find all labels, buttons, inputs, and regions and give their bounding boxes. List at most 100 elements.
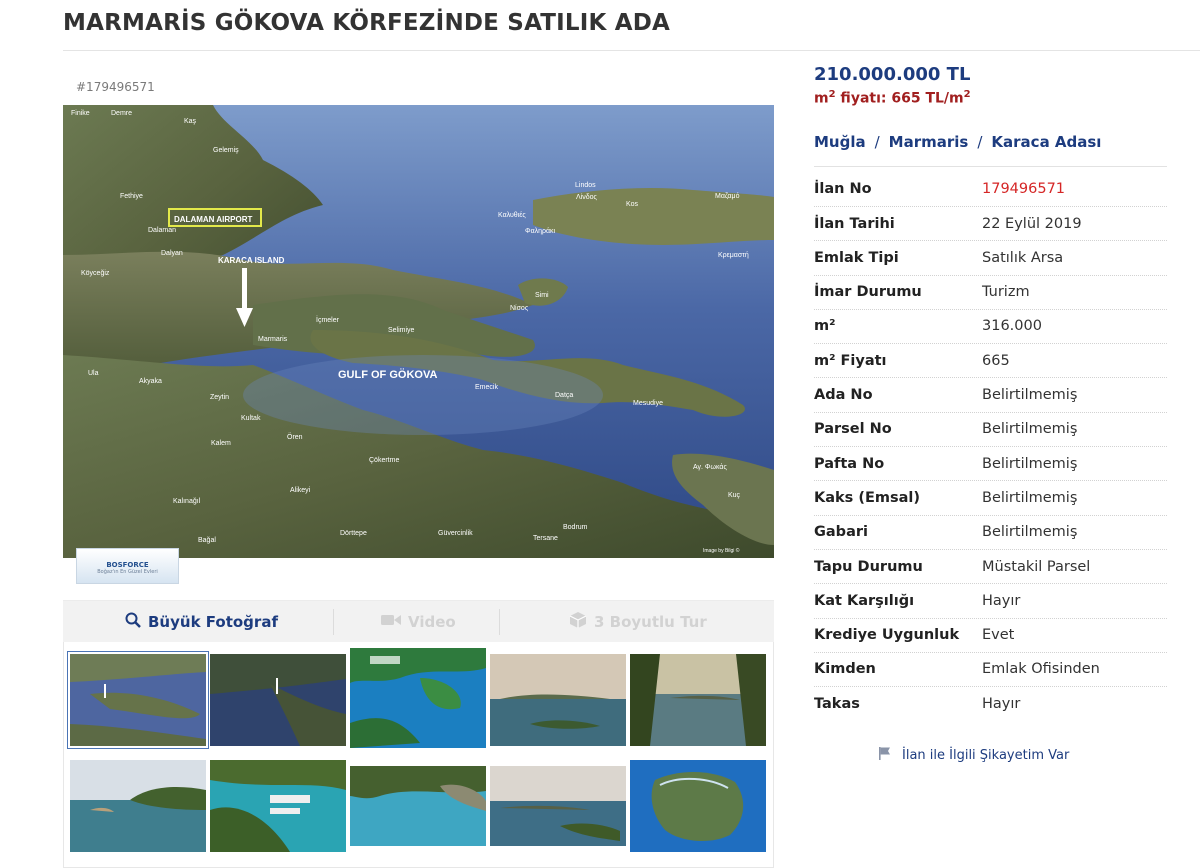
breadcrumb-separator: /: [874, 132, 880, 151]
map-label: Kalem: [211, 440, 231, 447]
map-label: Φαληράκι: [525, 227, 556, 235]
detail-row-kaks: Kaks (Emsal) Belirtilmemiş: [814, 481, 1167, 516]
thumbnail-1[interactable]: [67, 651, 209, 749]
tab-video-label: Video: [408, 613, 456, 631]
thumbnail-7[interactable]: [210, 760, 346, 852]
listing-info: 210.000.000 TL m2 fiyatı: 665 TL/m2 Muğl…: [814, 62, 1167, 763]
map-label: Demre: [111, 110, 132, 117]
detail-row-ilan-tarihi: İlan Tarihi 22 Eylül 2019: [814, 207, 1167, 242]
detail-value: Müstakil Parsel: [982, 558, 1091, 575]
map-label: Καλυθιές: [498, 211, 526, 219]
map-label-island: KARACA ISLAND: [218, 256, 285, 265]
thumbnail-2[interactable]: [210, 654, 346, 746]
m2-price: m2 fiyatı: 665 TL/m2: [814, 89, 971, 107]
map-label-airport: DALAMAN AIRPORT: [174, 215, 252, 224]
map-label: Güvercinlik: [438, 530, 473, 537]
detail-row-m2-fiyati: m² Fiyatı 665: [814, 344, 1167, 379]
thumbnail-9[interactable]: [490, 766, 626, 858]
detail-row-krediye-uygunluk: Krediye Uygunluk Evet: [814, 619, 1167, 653]
map-label: Λίνδος: [576, 193, 598, 201]
detail-label: Kaks (Emsal): [814, 489, 920, 506]
map-label: Kultak: [241, 415, 261, 422]
complaint-link[interactable]: İlan ile İlgili Şikayetim Var: [878, 746, 1069, 764]
detail-row-imar-durumu: İmar Durumu Turizm: [814, 276, 1167, 310]
detail-label: Tapu Durumu: [814, 558, 923, 575]
tab-video[interactable]: Video: [381, 601, 456, 643]
detail-label: Takas: [814, 696, 860, 713]
map-label: Νίσος: [510, 304, 529, 312]
map-label: Ören: [287, 433, 303, 441]
map-label-gulf: GULF OF GÖKOVA: [338, 368, 437, 381]
detail-row-gabari: Gabari Belirtilmemiş: [814, 516, 1167, 550]
map-label: Kuç: [728, 492, 741, 499]
detail-label: Pafta No: [814, 455, 885, 472]
search-icon: [125, 612, 141, 632]
map-label: Dalyan: [161, 250, 183, 257]
map-label: Dörttepe: [340, 530, 367, 537]
map-label: Kaş: [184, 118, 197, 125]
video-camera-icon: [381, 613, 401, 631]
map-label: Marmaris: [258, 336, 288, 343]
map-satellite-image: DALAMAN AIRPORT KARACA ISLAND GULF OF GÖ…: [63, 105, 774, 558]
detail-row-ada-no: Ada No Belirtilmemiş: [814, 378, 1167, 413]
map-label: Akyaka: [139, 378, 162, 385]
thumbnail-grid: [63, 642, 774, 868]
media-tabs: Büyük Fotoğraf Video 3 Boyutlu Tur: [63, 600, 774, 642]
map-label: Selimiye: [388, 327, 415, 334]
map-label: Lindos: [575, 182, 596, 189]
map-label: İçmeler: [316, 315, 340, 324]
map-label: Zeytin: [210, 394, 229, 401]
detail-row-m2: m² 316.000: [814, 310, 1167, 345]
thumbnail-6[interactable]: [70, 760, 206, 852]
tab-big-photo-label: Büyük Fotoğraf: [148, 613, 278, 631]
tab-divider: [333, 609, 334, 635]
thumbnail-8[interactable]: [350, 766, 486, 858]
map-label: Datça: [555, 392, 573, 399]
detail-value: Turizm: [982, 284, 1030, 301]
breadcrumb-neighborhood[interactable]: Karaca Adası: [991, 133, 1101, 151]
detail-label: Kimden: [814, 661, 876, 678]
map-label: Finike: [71, 110, 90, 117]
tab-3d-tour-label: 3 Boyutlu Tur: [594, 613, 707, 631]
detail-label: m²: [814, 318, 836, 335]
thumbnail-5[interactable]: [630, 654, 766, 746]
map-label: Αγ. Φωκάς: [693, 463, 727, 471]
tab-big-photo[interactable]: Büyük Fotoğraf: [125, 601, 278, 643]
detail-row-kimden: Kimden Emlak Ofisinden: [814, 653, 1167, 688]
detail-value: Belirtilmemiş: [982, 524, 1078, 541]
detail-label: Gabari: [814, 524, 868, 541]
detail-value: Satılık Arsa: [982, 249, 1064, 266]
detail-value: Belirtilmemiş: [982, 421, 1078, 438]
cube-icon: [569, 611, 587, 633]
map-label: Μαζαμό: [715, 192, 740, 200]
watermark-logo: BOSFORCE Boğaz'ın En Güzel Evleri: [76, 548, 179, 584]
thumbnail-4[interactable]: [490, 654, 626, 746]
breadcrumb-district[interactable]: Marmaris: [889, 133, 969, 151]
detail-value: Belirtilmemiş: [982, 387, 1078, 404]
detail-value: Belirtilmemiş: [982, 489, 1078, 506]
detail-label: İlan Tarihi: [814, 215, 895, 232]
price: 210.000.000 TL: [814, 64, 971, 85]
map-label: Gelemiş: [213, 147, 239, 154]
breadcrumb: Muğla / Marmaris / Karaca Adası: [814, 133, 1167, 167]
thumbnail-3[interactable]: [350, 648, 486, 748]
map-label: Ula: [88, 370, 99, 377]
watermark-logo-text: BOSFORCE: [106, 561, 149, 569]
thumbnail-10[interactable]: [630, 760, 766, 852]
detail-row-kat-karsiligi: Kat Karşılığı Hayır: [814, 584, 1167, 619]
map-label: Mesudiye: [633, 400, 663, 407]
detail-label: m² Fiyatı: [814, 352, 887, 369]
breadcrumb-province[interactable]: Muğla: [814, 133, 866, 151]
detail-label: Krediye Uygunluk: [814, 627, 960, 644]
map-label: Emecik: [475, 384, 498, 391]
title-divider: [63, 50, 1200, 51]
detail-row-emlak-tipi: Emlak Tipi Satılık Arsa: [814, 241, 1167, 276]
main-photo[interactable]: DALAMAN AIRPORT KARACA ISLAND GULF OF GÖ…: [63, 105, 774, 558]
map-label: Alikeyi: [290, 487, 311, 494]
detail-row-tapu-durumu: Tapu Durumu Müstakil Parsel: [814, 550, 1167, 585]
tab-3d-tour[interactable]: 3 Boyutlu Tur: [569, 601, 707, 643]
watermark-logo-subtext: Boğaz'ın En Güzel Evleri: [97, 569, 158, 575]
map-label: Bağal: [198, 537, 216, 544]
page-title: MARMARİS GÖKOVA KÖRFEZİNDE SATILIK ADA: [63, 10, 671, 36]
breadcrumb-separator: /: [977, 132, 983, 151]
